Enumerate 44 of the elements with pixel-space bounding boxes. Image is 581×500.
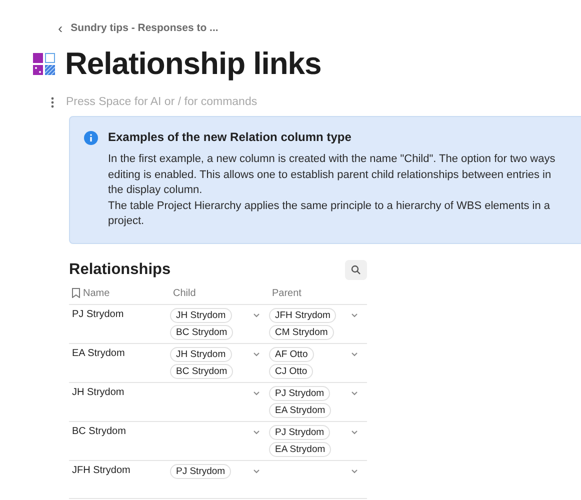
relation-chip[interactable]: JH Strydom [170,346,232,362]
chevron-down-icon[interactable] [351,430,358,434]
table-cell: PJ Strydom [69,304,170,344]
chevron-down-icon[interactable] [253,352,260,356]
relation-chip[interactable]: CM Strydom [269,324,334,340]
relation-chip[interactable]: EA Strydom [269,442,332,456]
relation-chip[interactable]: BC Strydom [170,324,234,340]
relation-chip[interactable]: PJ Strydom [170,464,232,478]
drag-handle-icon[interactable] [51,96,54,108]
info-icon [84,131,98,145]
page-icon [33,53,55,75]
chevron-down-icon[interactable] [351,390,358,396]
chevron-down-icon[interactable] [253,468,260,474]
bookmark-icon [72,288,80,298]
callout-text: The table Project Hierarchy applies the same principle to a hierarchy of WBS elements in a project. [108,198,552,229]
table-cell: JFH Strydom [69,460,170,498]
search-icon [351,264,361,274]
relation-chip[interactable]: BC Strydom [170,364,234,378]
column-header: Parent [272,288,302,298]
table-cell: EA Strydom [69,344,170,382]
callout-title: Examples of the new Relation column type [108,130,352,144]
callout-text: In the first example, a new column is created with the name "Child". The option for two ways editing is enabled. This allows one to establish parent child relationships between entries in the display column. [108,152,556,198]
table-cell: BC Strydom [69,422,170,460]
relation-chip[interactable]: JH Strydom [170,308,232,322]
chevron-down-icon[interactable] [253,312,260,318]
chevron-down-icon[interactable] [351,468,358,474]
column-header: Child [173,288,196,298]
chevron-down-icon[interactable] [351,312,358,318]
breadcrumb-link[interactable]: Sundry tips - Responses to ... [70,22,218,34]
table-cell: JH Strydom [69,382,170,422]
relation-chip[interactable]: EA Strydom [269,402,332,418]
column-header: Name [83,288,110,298]
relation-chip[interactable]: JFH Strydom [269,308,336,322]
table-title: Relationships [69,260,171,278]
chevron-down-icon[interactable] [253,390,260,396]
relation-chip[interactable]: PJ Strydom [269,386,330,400]
page-title: Relationship links [65,46,322,82]
search-button[interactable] [345,260,367,280]
relation-chip[interactable]: CJ Otto [269,364,314,378]
relation-chip[interactable]: PJ Strydom [269,424,330,440]
chevron-down-icon[interactable] [253,430,260,434]
chevron-down-icon[interactable] [351,352,358,356]
back-chevron[interactable]: ‹ [58,20,63,36]
relation-chip[interactable]: AF Otto [269,346,314,362]
